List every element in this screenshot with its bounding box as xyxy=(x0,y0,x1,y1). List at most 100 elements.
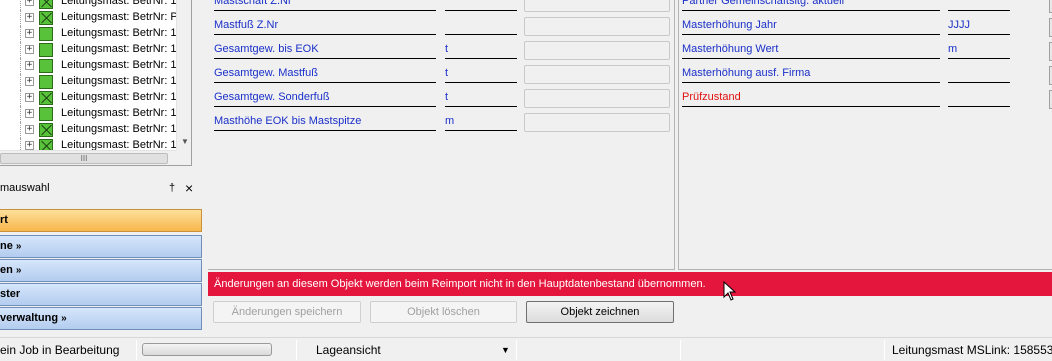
masthoehe-input[interactable] xyxy=(524,113,670,132)
field-label: Partner Gemeinschaftsltg. aktuell xyxy=(682,0,940,11)
nav-item-1[interactable]: ne » xyxy=(0,235,202,258)
field-unit: t xyxy=(445,90,517,107)
field-label: Masterhöhung ausf. Firma xyxy=(682,66,940,83)
expand-icon[interactable]: + xyxy=(25,109,34,118)
tree-item-label: Leitungsmast: BetrNr: 1 xyxy=(61,123,177,135)
nav-item-label: ster xyxy=(0,288,21,300)
field-unit xyxy=(948,0,1010,11)
field-label: Gesamtgew. bis EOK xyxy=(214,42,436,59)
expand-icon[interactable]: + xyxy=(25,0,34,6)
tree-item[interactable]: + Leitungsmast: BetrNr: P xyxy=(0,10,178,26)
expand-icon[interactable]: + xyxy=(25,29,34,38)
tree-item-label: Leitungsmast: BetrNr: 1 xyxy=(61,91,177,103)
gesamtgew-eok-input[interactable] xyxy=(524,41,670,60)
form-row: Masterhöhung Wert m xyxy=(679,42,1052,66)
nav-item-label: ne xyxy=(0,240,13,252)
tree-connector-line xyxy=(20,90,21,106)
status-separator xyxy=(296,340,297,360)
field-unit xyxy=(445,18,517,35)
tree-connector-line xyxy=(20,122,21,138)
tree-item[interactable]: + Leitungsmast: BetrNr: 1 xyxy=(0,0,177,10)
mast-icon xyxy=(39,75,53,89)
expand-arrow-icon: » xyxy=(61,313,67,324)
close-icon[interactable]: × xyxy=(185,180,193,196)
mast-icon-crossed xyxy=(39,11,53,25)
delete-object-button[interactable]: Objekt löschen xyxy=(370,301,517,323)
field-unit: m xyxy=(948,42,1010,59)
tree-item[interactable]: + Leitungsmast: BetrNr: 1 xyxy=(0,42,177,58)
scroll-down-arrow-icon[interactable]: ▼ xyxy=(181,137,189,146)
job-progress-bar xyxy=(142,343,272,356)
expand-icon[interactable]: + xyxy=(25,125,34,134)
nav-item-3[interactable]: ster xyxy=(0,283,202,306)
expand-arrow-icon: » xyxy=(15,265,22,276)
tree-item[interactable]: + Leitungsmast: BetrNr: 1 xyxy=(0,74,177,90)
nav-item-0[interactable]: rt xyxy=(0,209,202,232)
job-status-text: ein Job in Bearbeitung xyxy=(0,343,120,357)
tree-vertical-scrollbar[interactable]: ▼ xyxy=(176,0,191,150)
draw-object-button[interactable]: Objekt zeichnen xyxy=(526,301,674,323)
theme-panel-header: mauswahl † × xyxy=(0,180,202,197)
tree-horizontal-scrollbar[interactable]: III xyxy=(0,150,176,165)
mast-icon xyxy=(39,59,53,73)
expand-icon[interactable]: + xyxy=(25,93,34,102)
tree-item[interactable]: + Leitungsmast: BetrNr: 1 xyxy=(0,106,177,122)
scrollbar-thumb[interactable]: III xyxy=(0,153,168,164)
nav-item-2[interactable]: en » xyxy=(0,259,202,282)
scrollbar-corner xyxy=(176,150,191,165)
nav-item-4[interactable]: verwaltung » xyxy=(0,307,202,330)
tree-connector-line xyxy=(20,42,21,58)
dropdown-arrow-icon[interactable]: ▼ xyxy=(501,345,510,355)
field-unit xyxy=(948,66,1010,83)
tree-item-label: Leitungsmast: BetrNr: 1 xyxy=(61,0,177,7)
panel-title: mauswahl xyxy=(0,182,50,194)
mastfuss-znr-input[interactable] xyxy=(524,17,670,36)
tree-connector-line xyxy=(20,74,21,90)
tree-connector-line xyxy=(20,26,21,42)
object-tree[interactable]: + Leitungsmast: BetrNr: 1 + Leitungsmast: B… xyxy=(0,0,192,166)
tree-item[interactable]: + Leitungsmast: BetrNr: 1 xyxy=(0,26,177,42)
expand-icon[interactable]: + xyxy=(25,61,34,70)
field-unit: t xyxy=(445,42,517,59)
mastschaft-znr-input[interactable] xyxy=(524,0,670,12)
tree-item[interactable]: + Leitungsmast: BetrNr: 1 xyxy=(0,122,177,138)
mast-icon-crossed xyxy=(39,91,53,105)
status-separator xyxy=(884,340,885,360)
mast-icon-crossed xyxy=(39,123,53,137)
tree-item[interactable]: + Leitungsmast: BetrNr: 1 xyxy=(0,58,177,74)
save-changes-button[interactable]: Änderungen speichern xyxy=(213,301,361,323)
attribute-form-right: Partner Gemeinschaftsltg. aktuell Master… xyxy=(678,0,1052,270)
tree-item-label: Leitungsmast: BetrNr: 1 xyxy=(61,107,177,119)
expand-arrow-icon: » xyxy=(15,241,22,252)
form-row: Prüfzustand xyxy=(679,90,1052,114)
expand-icon[interactable]: + xyxy=(25,13,34,22)
field-label: Gesamtgew. Mastfuß xyxy=(214,66,436,83)
gesamtgew-mastfuss-input[interactable] xyxy=(524,65,670,84)
gesamtgew-sonderfuss-input[interactable] xyxy=(524,89,670,108)
mslink-status-text: Leitungsmast MSLink: 158553 xyxy=(892,343,1052,357)
field-label: Masterhöhung Wert xyxy=(682,42,940,59)
field-label: Mastfuß Z.Nr xyxy=(214,18,436,35)
pin-icon[interactable]: † xyxy=(169,182,175,194)
expand-icon[interactable]: + xyxy=(25,141,34,150)
expand-icon[interactable]: + xyxy=(25,77,34,86)
nav-item-label: en xyxy=(0,264,13,276)
field-unit: t xyxy=(445,66,517,83)
tree-item-label: Leitungsmast: BetrNr: 1 xyxy=(61,59,177,71)
reimport-warning-bar: Änderungen an diesem Objekt werden beim … xyxy=(208,272,1052,296)
tree-item[interactable]: + Leitungsmast: BetrNr: 1 xyxy=(0,90,177,106)
field-label: Masthöhe EOK bis Mastspitze xyxy=(214,114,436,131)
mast-icon xyxy=(39,27,53,41)
view-selector-label[interactable]: Lageansicht xyxy=(316,343,381,357)
field-label: Prüfzustand xyxy=(682,90,940,107)
tree-connector-line xyxy=(20,106,21,122)
field-label: Gesamtgew. Sonderfuß xyxy=(214,90,436,107)
field-unit: m xyxy=(445,114,517,131)
expand-icon[interactable]: + xyxy=(25,45,34,54)
field-label: Mastschaft Z.Nr xyxy=(214,0,436,11)
form-row: Masterhöhung ausf. Firma xyxy=(679,66,1052,90)
status-separator xyxy=(136,340,137,360)
mast-icon xyxy=(39,43,53,57)
mast-icon xyxy=(39,107,53,121)
field-label: Masterhöhung Jahr xyxy=(682,18,940,35)
